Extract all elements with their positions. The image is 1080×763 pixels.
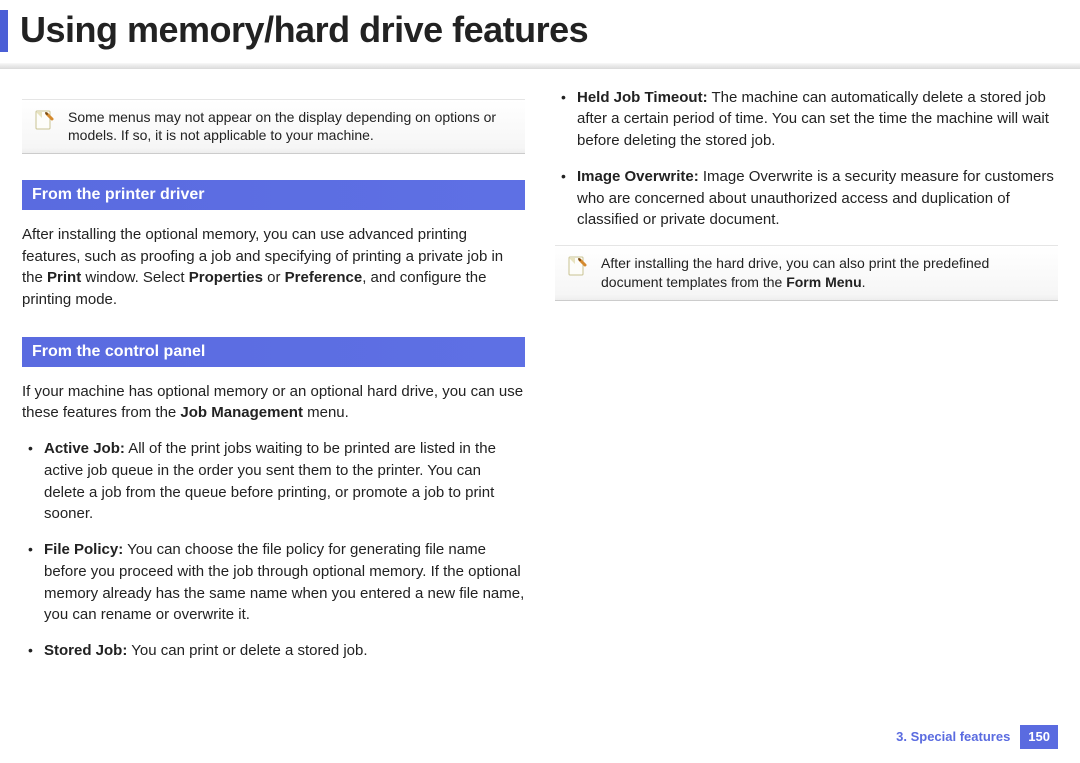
bullet-list-left: Active Job: All of the print jobs waitin… (22, 438, 525, 662)
footer-chapter: 3. Special features (896, 728, 1010, 746)
text-bold: Properties (189, 269, 263, 286)
section-header-control-panel: From the control panel (22, 337, 525, 367)
footer-page-number: 150 (1020, 725, 1058, 749)
title-underline (0, 63, 1080, 69)
list-item: Image Overwrite: Image Overwrite is a se… (555, 166, 1058, 231)
page: Using memory/hard drive features Some me… (0, 0, 1080, 763)
text: window. Select (81, 269, 189, 286)
list-item: Held Job Timeout: The machine can automa… (555, 87, 1058, 152)
note-text: Some menus may not appear on the display… (68, 109, 496, 144)
bullet-list-right: Held Job Timeout: The machine can automa… (555, 87, 1058, 232)
bullet-label: File Policy: (44, 541, 123, 558)
content-columns: Some menus may not appear on the display… (0, 69, 1080, 676)
bullet-label: Stored Job: (44, 642, 127, 659)
title-bar: Using memory/hard drive features (0, 0, 1080, 69)
left-column: Some menus may not appear on the display… (22, 87, 525, 676)
text-bold: Job Management (180, 404, 303, 421)
bullet-label: Image Overwrite: (577, 168, 699, 185)
bullet-label: Active Job: (44, 440, 125, 457)
text: or (263, 269, 285, 286)
note-icon (565, 254, 589, 278)
bullet-text: You can print or delete a stored job. (127, 642, 367, 659)
bullet-label: Held Job Timeout: (577, 89, 708, 106)
list-item: Active Job: All of the print jobs waitin… (22, 438, 525, 525)
text: . (862, 274, 866, 290)
note-icon (32, 108, 56, 132)
note-box-right: After installing the hard drive, you can… (555, 245, 1058, 301)
title-accent-bar (0, 10, 8, 52)
right-column: Held Job Timeout: The machine can automa… (555, 87, 1058, 676)
text-bold: Form Menu (786, 274, 861, 290)
section-header-printer-driver: From the printer driver (22, 180, 525, 210)
text-bold: Print (47, 269, 81, 286)
note-box-top: Some menus may not appear on the display… (22, 99, 525, 155)
text: menu. (303, 404, 349, 421)
section2-paragraph: If your machine has optional memory or a… (22, 381, 525, 425)
note-text: After installing the hard drive, you can… (601, 255, 989, 290)
page-footer: 3. Special features 150 (896, 725, 1058, 749)
list-item: File Policy: You can choose the file pol… (22, 539, 525, 626)
list-item: Stored Job: You can print or delete a st… (22, 640, 525, 662)
text-bold: Preference (285, 269, 363, 286)
section1-paragraph: After installing the optional memory, yo… (22, 224, 525, 311)
page-title: Using memory/hard drive features (0, 0, 1080, 61)
